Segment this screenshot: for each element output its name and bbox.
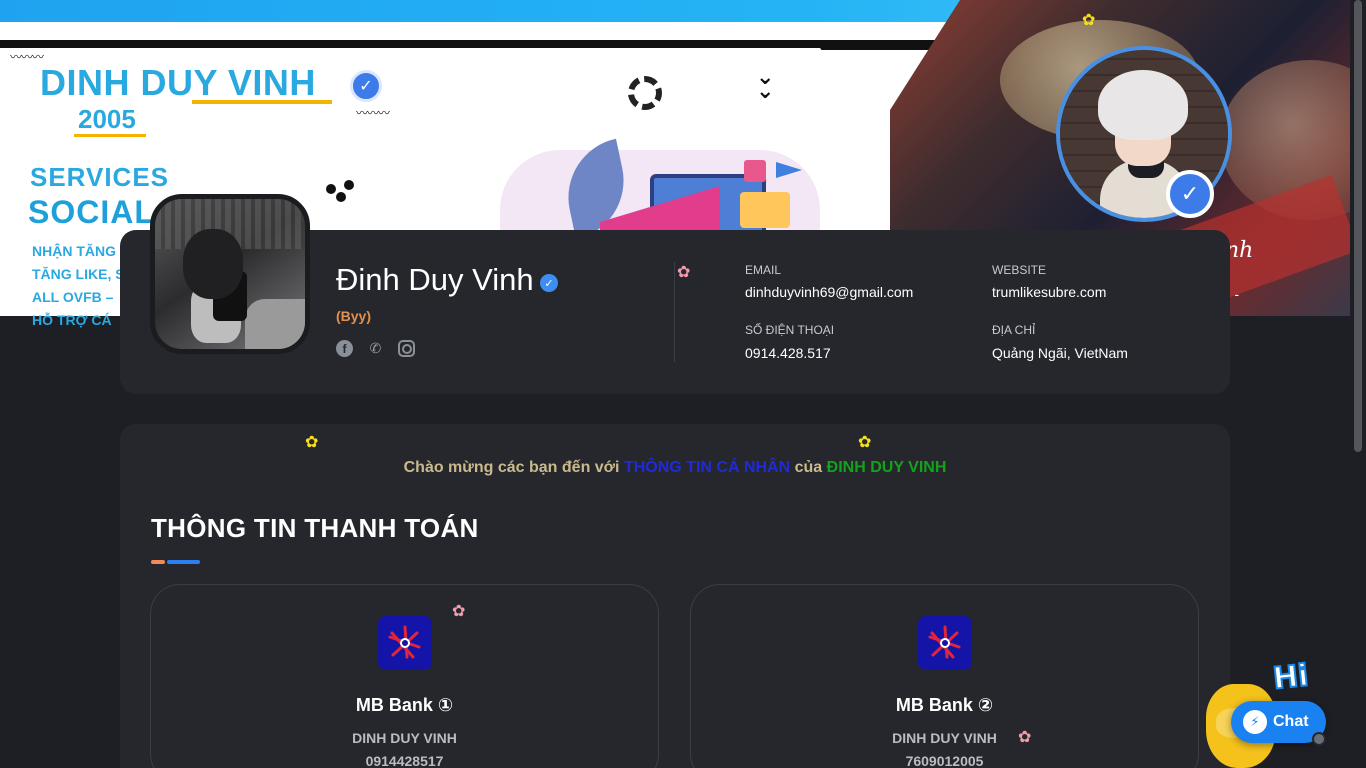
cover-name: DINH DUY VINH bbox=[40, 62, 316, 103]
flower-icon: ✿ bbox=[1018, 729, 1032, 746]
cover-year-underline bbox=[74, 134, 146, 137]
mb-bank-logo-icon bbox=[918, 616, 972, 670]
cover-name-underline bbox=[192, 100, 332, 104]
section-underline bbox=[167, 560, 200, 564]
address-label: ĐỊA CHỈ bbox=[992, 323, 1036, 337]
phone-label: SỐ ĐIỆN THOẠI bbox=[745, 323, 835, 337]
section-underline bbox=[151, 560, 165, 564]
chat-greeting: Hi bbox=[1270, 657, 1311, 698]
verified-badge-icon: ✓ bbox=[1166, 170, 1214, 218]
flower-icon: ✿ bbox=[1082, 12, 1096, 29]
profile-avatar bbox=[150, 194, 310, 354]
flower-icon: ✿ bbox=[858, 434, 872, 451]
phone-icon[interactable]: ✆ bbox=[367, 340, 384, 357]
website-value[interactable]: trumlikesubre.com bbox=[992, 284, 1106, 300]
verified-check-icon: ✓ bbox=[350, 70, 382, 102]
website-label: WEBSITE bbox=[992, 263, 1047, 277]
section-title: THÔNG TIN THANH TOÁN bbox=[151, 513, 479, 543]
social-links: f ✆ bbox=[336, 340, 415, 357]
flower-icon: ✿ bbox=[677, 264, 691, 281]
bank-owner: DINH DUY VINH bbox=[892, 730, 997, 746]
address-value: Quảng Ngãi, VietNam bbox=[992, 345, 1128, 361]
email-label: EMAIL bbox=[745, 263, 782, 277]
bank-account-number[interactable]: 7609012005 bbox=[690, 753, 1199, 768]
cover-service-lines: NHẬN TĂNG TĂNG LIKE, S ALL OVFB – HỖ TRỢ… bbox=[32, 243, 125, 328]
cover-social-text: SOCIAL bbox=[28, 194, 155, 230]
flower-icon: ✿ bbox=[452, 603, 466, 620]
profile-name: Đinh Duy Vinh bbox=[336, 262, 534, 297]
bank-owner: DINH DUY VINH bbox=[352, 730, 457, 746]
zigzag-decoration: 〰〰〰 bbox=[356, 106, 390, 120]
email-value[interactable]: dinhduyvinh69@gmail.com bbox=[745, 284, 913, 300]
profile-nickname: (Byy) bbox=[336, 308, 372, 324]
chat-label: Chat bbox=[1273, 713, 1309, 730]
scrollbar-thumb[interactable] bbox=[1354, 0, 1362, 452]
flower-icon: ✿ bbox=[305, 434, 319, 451]
bank-account-number[interactable]: 0914428517 bbox=[150, 753, 659, 768]
bank-name: MB Bank ② bbox=[895, 695, 994, 715]
verified-check-icon: ✓ bbox=[540, 274, 558, 292]
cover-year: 2005 bbox=[78, 104, 136, 134]
bank-name: MB Bank ① bbox=[355, 695, 454, 715]
double-chevron-down-icon: ⌄ ⌄ bbox=[756, 64, 775, 103]
ring-decoration bbox=[628, 76, 662, 110]
facebook-icon[interactable]: f bbox=[336, 340, 353, 357]
welcome-message: Chào mừng các bạn đến với THÔNG TIN CÁ N… bbox=[403, 459, 947, 476]
instagram-icon[interactable] bbox=[398, 340, 415, 357]
phone-value[interactable]: 0914.428.517 bbox=[745, 345, 831, 361]
chat-status-dot bbox=[1312, 732, 1326, 746]
messenger-icon: ⚡ bbox=[1243, 710, 1267, 734]
profile-divider bbox=[674, 262, 675, 362]
zigzag-decoration: 〰〰〰 bbox=[10, 50, 44, 64]
mb-bank-logo-icon bbox=[378, 616, 432, 670]
cover-services-text: SERVICES bbox=[30, 162, 170, 192]
